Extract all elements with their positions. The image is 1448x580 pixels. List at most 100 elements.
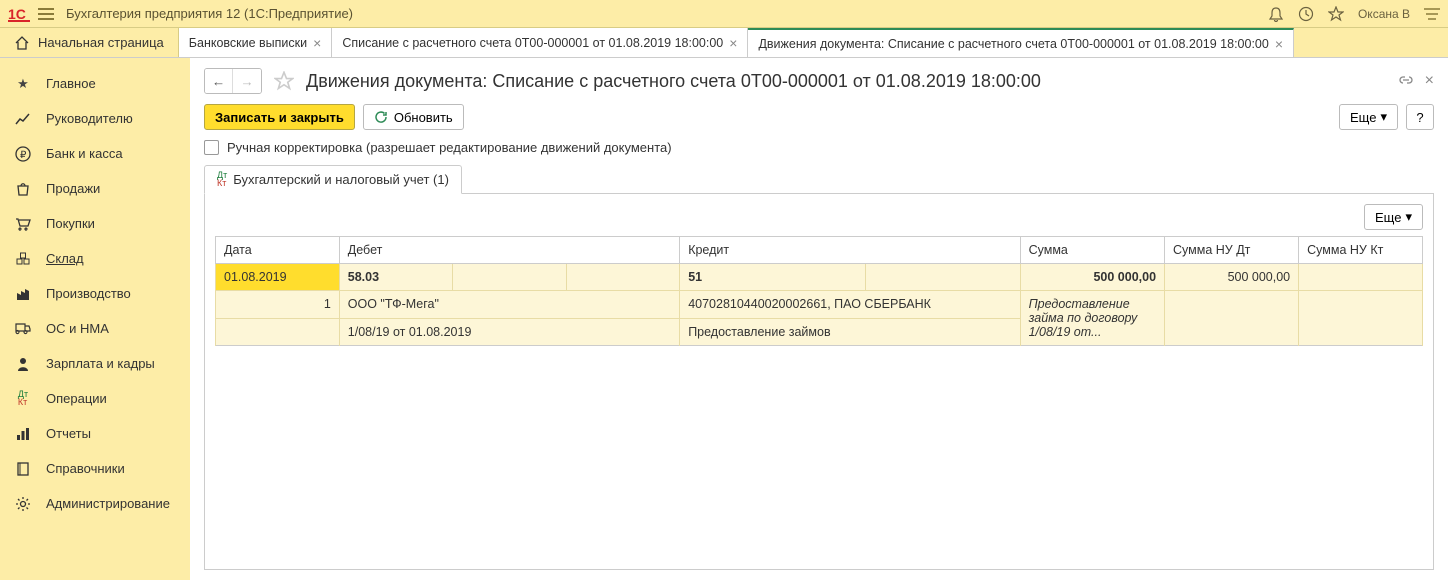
sidebar-item-label: Администрирование — [46, 496, 170, 511]
tab-writeoff[interactable]: Списание с расчетного счета 0Т00-000001 … — [332, 28, 748, 57]
cell-credit-purpose: Предоставление займов — [680, 318, 1020, 346]
nav-back-button[interactable]: ← — [205, 69, 233, 93]
cell-credit-party: 40702810440020002661, ПАО СБЕРБАНК — [680, 291, 1020, 319]
nav-forward-button[interactable]: → — [233, 69, 261, 93]
dtkt-icon: ДтКт — [217, 172, 227, 186]
cell-debit-party: ООО "ТФ-Мега" — [339, 291, 679, 319]
svg-text:1С: 1С — [8, 6, 26, 22]
person-icon — [14, 357, 32, 371]
sidebar-item-admin[interactable]: Администрирование — [0, 486, 190, 521]
star-icon[interactable] — [1328, 6, 1344, 22]
cell-description: Предоставление займа по договору 1/08/19… — [1020, 291, 1164, 346]
sidebar-item-assets[interactable]: ОС и НМА — [0, 311, 190, 346]
tab-label: Списание с расчетного счета 0Т00-000001 … — [342, 36, 723, 50]
sidebar-item-catalogs[interactable]: Справочники — [0, 451, 190, 486]
cell-debit-acc: 58.03 — [339, 264, 452, 291]
sidebar-item-hr[interactable]: Зарплата и кадры — [0, 346, 190, 381]
truck-icon — [14, 323, 32, 335]
factory-icon — [14, 287, 32, 301]
tab-movements[interactable]: Движения документа: Списание с расчетног… — [748, 28, 1294, 57]
sidebar-item-label: Отчеты — [46, 426, 91, 441]
sidebar-item-reports[interactable]: Отчеты — [0, 416, 190, 451]
home-tab[interactable]: Начальная страница — [0, 28, 179, 57]
manual-edit-label: Ручная корректировка (разрешает редактир… — [227, 140, 672, 155]
col-sum-nu-kt[interactable]: Сумма НУ Кт — [1299, 237, 1423, 264]
bar-chart-icon — [14, 427, 32, 441]
entries-table: Дата Дебет Кредит Сумма Сумма НУ Дт Сумм… — [215, 236, 1423, 346]
help-button[interactable]: ? — [1406, 104, 1434, 130]
checkbox[interactable] — [204, 140, 219, 155]
menu-icon[interactable] — [38, 8, 54, 20]
gear-icon — [14, 496, 32, 512]
user-name[interactable]: Оксана В — [1358, 7, 1410, 21]
sidebar-item-bank[interactable]: ₽ Банк и касса — [0, 136, 190, 171]
col-debit[interactable]: Дебет — [339, 237, 679, 264]
col-credit[interactable]: Кредит — [680, 237, 1020, 264]
close-icon[interactable]: × — [729, 36, 737, 50]
more-label: Еще — [1350, 110, 1376, 125]
col-sum[interactable]: Сумма — [1020, 237, 1164, 264]
titlebar: 1С Бухгалтерия предприятия 12 (1С:Предпр… — [0, 0, 1448, 28]
sidebar-item-operations[interactable]: ДтКт Операции — [0, 381, 190, 416]
book-icon — [14, 462, 32, 476]
col-sum-nu-dt[interactable]: Сумма НУ Дт — [1165, 237, 1299, 264]
page-title: Движения документа: Списание с расчетног… — [306, 71, 1391, 92]
sidebar-item-sales[interactable]: Продажи — [0, 171, 190, 206]
cell-credit-acc: 51 — [680, 264, 866, 291]
more-label: Еще — [1375, 210, 1401, 225]
main-content: ← → Движения документа: Списание с расче… — [190, 58, 1448, 580]
sidebar-item-main[interactable]: ★ Главное — [0, 66, 190, 101]
history-icon[interactable] — [1298, 6, 1314, 22]
save-close-button[interactable]: Записать и закрыть — [204, 104, 355, 130]
refresh-label: Обновить — [394, 110, 453, 125]
sidebar-item-warehouse[interactable]: Склад — [0, 241, 190, 276]
close-icon[interactable]: × — [1275, 37, 1283, 51]
cell-row-n: 1 — [216, 291, 340, 319]
sidebar-item-production[interactable]: Производство — [0, 276, 190, 311]
cell-debit-contract: 1/08/19 от 01.08.2019 — [339, 318, 679, 346]
home-tab-label: Начальная страница — [38, 35, 164, 50]
refresh-button[interactable]: Обновить — [363, 104, 464, 130]
bag-icon — [14, 182, 32, 196]
dtkt-icon: ДтКт — [14, 391, 32, 405]
sidebar: ★ Главное Руководителю ₽ Банк и касса Пр… — [0, 58, 190, 580]
cell-date: 01.08.2019 — [216, 264, 340, 291]
boxes-icon — [14, 252, 32, 266]
inner-tab-accounting[interactable]: ДтКт Бухгалтерский и налоговый учет (1) — [204, 165, 462, 194]
sidebar-item-label: Руководителю — [46, 111, 133, 126]
nav-buttons: ← → — [204, 68, 262, 94]
chevron-down-icon: ▾ — [1380, 109, 1387, 125]
sidebar-item-label: Главное — [46, 76, 96, 91]
sidebar-item-label: ОС и НМА — [46, 321, 109, 336]
settings-lines-icon[interactable] — [1424, 8, 1440, 20]
sidebar-item-purchases[interactable]: Покупки — [0, 206, 190, 241]
sidebar-item-label: Банк и касса — [46, 146, 123, 161]
sidebar-item-label: Справочники — [46, 461, 125, 476]
cell-sum-nu-kt — [1299, 264, 1423, 291]
ruble-icon: ₽ — [14, 146, 32, 162]
sidebar-item-manager[interactable]: Руководителю — [0, 101, 190, 136]
header-row: Дата Дебет Кредит Сумма Сумма НУ Дт Сумм… — [216, 237, 1423, 264]
link-icon[interactable] — [1397, 73, 1415, 89]
logo-1c: 1С — [8, 6, 30, 22]
more-button[interactable]: Еще ▾ — [1339, 104, 1398, 130]
manual-edit-row[interactable]: Ручная корректировка (разрешает редактир… — [204, 140, 1434, 155]
panel-more-button[interactable]: Еще ▾ — [1364, 204, 1423, 230]
bell-icon[interactable] — [1268, 6, 1284, 22]
col-date[interactable]: Дата — [216, 237, 340, 264]
cell-sum-nu-dt: 500 000,00 — [1165, 264, 1299, 291]
favorite-star-icon[interactable] — [274, 71, 294, 91]
app-title: Бухгалтерия предприятия 12 (1С:Предприят… — [66, 6, 1268, 21]
inner-tab-label: Бухгалтерский и налоговый учет (1) — [233, 172, 449, 187]
close-page-icon[interactable]: × — [1425, 72, 1434, 90]
close-icon[interactable]: × — [313, 36, 321, 50]
chevron-down-icon: ▾ — [1405, 209, 1412, 225]
sidebar-item-label: Зарплата и кадры — [46, 356, 155, 371]
table-row[interactable]: 1 ООО "ТФ-Мега" 40702810440020002661, ПА… — [216, 291, 1423, 319]
table-row[interactable]: 01.08.2019 58.03 51 500 000,00 500 000,0… — [216, 264, 1423, 291]
tab-bank-statements[interactable]: Банковские выписки × — [179, 28, 333, 57]
tab-label: Банковские выписки — [189, 36, 307, 50]
star-icon: ★ — [14, 76, 32, 92]
sidebar-item-label: Покупки — [46, 216, 95, 231]
sidebar-item-label: Продажи — [46, 181, 100, 196]
